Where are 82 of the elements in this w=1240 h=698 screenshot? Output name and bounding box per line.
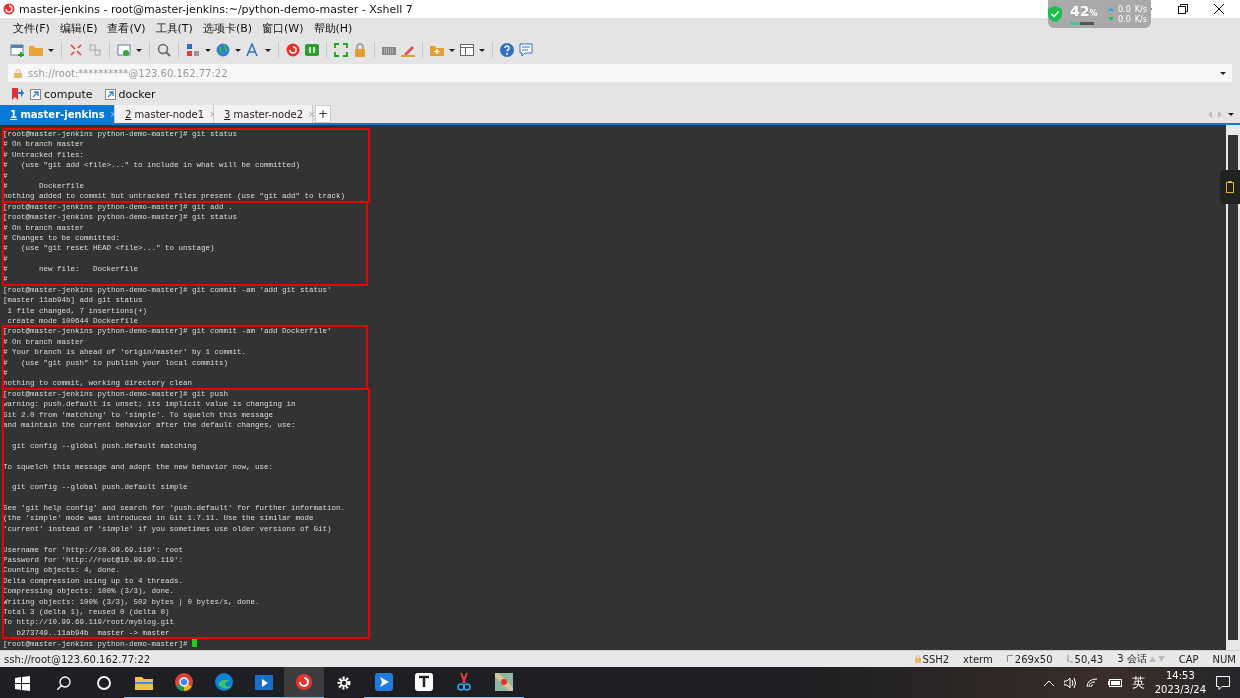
- side-panel-handle[interactable]: [1220, 170, 1240, 204]
- layout-icon[interactable]: [186, 43, 200, 57]
- lock-icon: [14, 68, 22, 78]
- folder-icon[interactable]: [135, 674, 153, 690]
- dropdown-caret-icon[interactable]: [1220, 71, 1226, 75]
- speed-unit: K/s: [1134, 4, 1147, 14]
- caret-icon: [136, 48, 142, 52]
- caret-icon: [235, 48, 241, 52]
- notification-icon[interactable]: [1216, 676, 1230, 690]
- browser-icon[interactable]: [175, 673, 193, 691]
- spiral-app-icon[interactable]: [295, 673, 313, 691]
- speaker-icon[interactable]: [1063, 678, 1076, 688]
- gear-icon[interactable]: [336, 675, 352, 691]
- shortcut-icon: [104, 88, 116, 100]
- start-icon[interactable]: [14, 675, 30, 691]
- battery-icon[interactable]: [1107, 679, 1122, 687]
- status-item: 269x50: [1014, 653, 1053, 665]
- font-icon[interactable]: [246, 43, 260, 57]
- shortcut-icon: [30, 88, 41, 100]
- lock-icon: [914, 655, 921, 663]
- clock-time[interactable]: 14:53: [1165, 669, 1195, 683]
- scrollbar[interactable]: [1226, 125, 1240, 650]
- link-button[interactable]: docker: [104, 87, 156, 101]
- caret-icon: [479, 48, 485, 52]
- close-icon[interactable]: [1214, 4, 1224, 14]
- menu-item[interactable]: 工具(T): [150, 20, 198, 36]
- clock-date[interactable]: 2023/3/24: [1154, 683, 1206, 697]
- speed-unit: K/s: [1134, 14, 1147, 24]
- download-speed: 0.0: [1118, 14, 1131, 24]
- connection-address: ssh://root@123.60.162.77:22: [4, 653, 152, 665]
- address-value: ssh://root:**********@123.60.162.77:22: [28, 67, 229, 79]
- letter-tile-icon[interactable]: [415, 673, 433, 691]
- scissors-icon[interactable]: [455, 673, 473, 691]
- status-item: NUM: [1212, 653, 1236, 665]
- map-pin-icon[interactable]: [495, 673, 513, 691]
- menu-item[interactable]: 窗口(W): [257, 20, 309, 36]
- help-icon[interactable]: [500, 43, 514, 57]
- bookmark-arrow-icon[interactable]: [12, 88, 24, 100]
- status-item: SSH2: [922, 653, 950, 665]
- globe-icon[interactable]: [216, 43, 230, 57]
- restore-icon[interactable]: [1178, 4, 1188, 14]
- window-title: master-jenkins - root@master-jenkins:~/python-demo-master - Xshell 7: [19, 2, 413, 16]
- menu-item[interactable]: 编辑(E): [54, 20, 103, 36]
- menu-item[interactable]: 文件(F): [8, 20, 55, 36]
- status-item: 3 会话: [1117, 652, 1147, 666]
- usage-percent: 42: [1070, 2, 1090, 19]
- circle-icon[interactable]: [97, 676, 111, 690]
- status-item: xterm: [963, 653, 993, 665]
- menu-item[interactable]: 选项卡(B): [197, 20, 258, 36]
- new-tab-button[interactable]: +: [315, 105, 331, 123]
- menu-item[interactable]: 查看(V): [102, 20, 151, 36]
- status-item: CAP: [1178, 653, 1199, 665]
- media-player-icon[interactable]: [255, 673, 273, 691]
- fullscreen-icon[interactable]: [334, 43, 348, 57]
- chevron-up-icon[interactable]: [1043, 680, 1054, 686]
- spiral-logo-icon: [3, 3, 15, 15]
- tab-list-caret-icon[interactable]: [1228, 112, 1234, 116]
- caret-icon: [265, 48, 271, 52]
- percent-unit: %: [1089, 8, 1098, 18]
- wifi-icon[interactable]: [1085, 678, 1098, 688]
- status-item: 50,43: [1074, 653, 1104, 665]
- highlighter-icon[interactable]: [401, 43, 415, 57]
- chat-icon[interactable]: [519, 43, 533, 57]
- menu-item[interactable]: 帮助(H): [308, 20, 358, 36]
- search-icon[interactable]: [57, 676, 71, 690]
- size-icon: [1006, 655, 1013, 663]
- link-button[interactable]: compute: [30, 87, 93, 101]
- caret-icon: [48, 48, 54, 52]
- caret-icon: [449, 48, 455, 52]
- up-arrow-icon: [1108, 7, 1114, 11]
- spiral-icon[interactable]: [286, 43, 300, 57]
- properties-icon[interactable]: [117, 43, 131, 57]
- down-arrow-icon: [1108, 17, 1114, 21]
- session-tab[interactable]: 3 master-node2 ×: [214, 105, 313, 123]
- input-method-indicator[interactable]: 英: [1131, 674, 1145, 692]
- panel-layout-icon[interactable]: [460, 43, 474, 57]
- browser-wave-icon[interactable]: [215, 673, 233, 691]
- caret-icon: [205, 48, 211, 52]
- cursor-position-icon: [1066, 655, 1073, 663]
- new-session-icon[interactable]: [10, 43, 24, 57]
- send-app-icon[interactable]: [375, 673, 393, 691]
- upload-speed: 0.0: [1118, 4, 1131, 14]
